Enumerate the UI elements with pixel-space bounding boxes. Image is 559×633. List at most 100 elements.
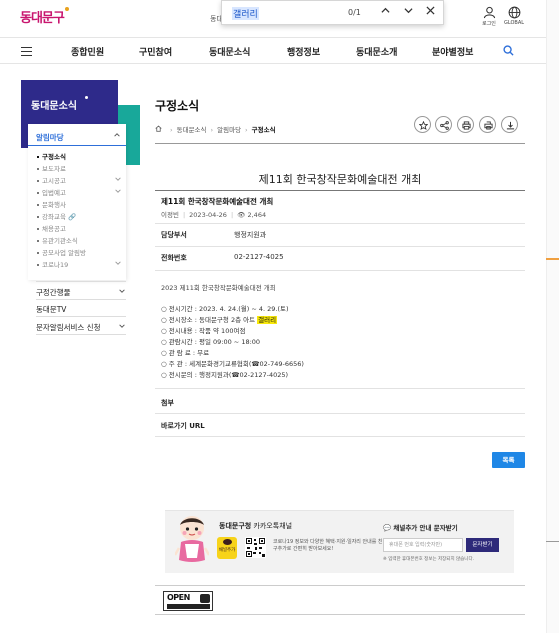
sidebar-item-agency[interactable]: 유관기관소식 bbox=[37, 235, 78, 245]
body-lead: 2023 제11회 한국창작문화예술대전 개최 bbox=[161, 284, 276, 292]
share-icon bbox=[440, 121, 449, 130]
chevron-down-icon[interactable] bbox=[115, 176, 121, 184]
sidebar-category[interactable]: 알림마당 bbox=[36, 132, 64, 143]
sms-receive-button[interactable]: 문자받기 bbox=[466, 538, 499, 552]
body-line-venue: ○ 전시장소 : 동대문구청 2층 아트 갤러리 bbox=[161, 316, 278, 324]
gnb-item-civil[interactable]: 종합민원 bbox=[71, 45, 104, 58]
find-query: 갤러리 bbox=[232, 7, 259, 20]
find-next-button[interactable] bbox=[400, 5, 416, 21]
global-button[interactable]: GLOBAL bbox=[503, 6, 525, 26]
divider bbox=[36, 316, 126, 317]
post-subject: 제11회 한국창작문화예술대전 개최 bbox=[161, 197, 274, 206]
share-button[interactable] bbox=[435, 116, 452, 133]
shortcut-url-label: 바로가기 URL bbox=[161, 422, 205, 430]
favorite-button[interactable] bbox=[414, 116, 431, 133]
globe-icon bbox=[508, 6, 520, 19]
kakao-title: 동대문구청 카카오톡채널 bbox=[219, 522, 293, 530]
breadcrumb-notice[interactable]: 알림마당 bbox=[217, 126, 241, 134]
find-previous-button[interactable] bbox=[377, 5, 393, 21]
chevron-up-icon[interactable] bbox=[114, 132, 120, 140]
close-icon bbox=[425, 6, 435, 15]
attach-label: 첨부 bbox=[161, 399, 174, 407]
sidebar-item-publications[interactable]: 구정간행물 bbox=[36, 287, 126, 298]
sidebar-item-covid[interactable]: 코로나19 bbox=[37, 259, 68, 269]
divider bbox=[36, 334, 126, 335]
sidebar-submenu: 알림마당 구정소식 보도자료 고시공고 입법예고 문화행사 강좌교육 🔗 채용공… bbox=[28, 124, 126, 280]
scrollbar-marker bbox=[546, 541, 559, 542]
open-license-section: OPEN bbox=[155, 585, 525, 615]
sidebar-item-legislation[interactable]: 입법예고 bbox=[37, 187, 66, 197]
search-icon[interactable] bbox=[503, 45, 514, 58]
vertical-scrollbar[interactable] bbox=[546, 0, 559, 633]
body-line: ○ 전시내용 : 작품 약 100여점 bbox=[161, 327, 246, 335]
sidebar-item-gujeong[interactable]: 구정소식 bbox=[37, 151, 66, 161]
body-line: ○ 관 람 료 : 무료 bbox=[161, 349, 210, 357]
divider bbox=[155, 270, 525, 271]
eye-icon: 👁 bbox=[237, 211, 246, 219]
global-label: GLOBAL bbox=[503, 20, 525, 26]
divider bbox=[155, 388, 525, 389]
list-button[interactable]: 목록 bbox=[492, 452, 525, 468]
dept-value: 행정지원과 bbox=[234, 231, 267, 239]
sms-note: ※ 입력한 휴대폰번호 정보는 저장되지 않습니다. bbox=[383, 557, 475, 562]
open-license-badge: OPEN bbox=[163, 591, 213, 611]
chevron-down-icon[interactable] bbox=[115, 188, 121, 196]
chevron-down-icon bbox=[403, 8, 413, 14]
post-title-divider bbox=[155, 190, 525, 191]
talk-bubble-icon bbox=[222, 539, 232, 545]
breadcrumb: › 동대문소식 › 알림마당 › 구정소식 bbox=[155, 124, 276, 134]
sidebar-item-tv[interactable]: 동대문TV bbox=[36, 304, 126, 315]
chevron-down-icon[interactable] bbox=[119, 323, 125, 331]
gnb-item-fields[interactable]: 분야별정보 bbox=[432, 45, 473, 58]
phone-value: 02-2127-4025 bbox=[234, 253, 284, 261]
download-button[interactable] bbox=[501, 116, 518, 133]
phone-number-input[interactable]: 휴대폰 번호 입력(숫자만) bbox=[383, 538, 463, 552]
star-icon bbox=[419, 121, 428, 130]
home-icon[interactable] bbox=[155, 125, 162, 134]
chevron-up-icon bbox=[380, 7, 390, 13]
kakao-add-channel-button[interactable]: 채널추가 bbox=[217, 537, 237, 559]
sidebar-item-culture[interactable]: 문화행사 bbox=[37, 199, 66, 209]
gnb-item-news[interactable]: 동대문소식 bbox=[209, 45, 250, 58]
divider bbox=[155, 246, 525, 247]
breadcrumb-current: 구정소식 bbox=[251, 126, 276, 134]
login-label: 로그인 bbox=[482, 21, 496, 27]
chevron-down-icon[interactable] bbox=[115, 260, 121, 268]
sidebar-item-lecture[interactable]: 강좌교육 🔗 bbox=[37, 211, 76, 221]
find-close-button[interactable] bbox=[422, 5, 438, 21]
sidebar-title: 동대문소식 bbox=[31, 101, 77, 112]
printer-alt-icon bbox=[484, 121, 493, 130]
gnb-item-participation[interactable]: 구민참여 bbox=[139, 45, 172, 58]
user-icon bbox=[483, 6, 495, 19]
gnb-item-admin[interactable]: 행정정보 bbox=[287, 45, 320, 58]
qr-code bbox=[245, 537, 266, 558]
sidebar-title-dot bbox=[85, 96, 88, 99]
sidebar-item-sms[interactable]: 문자알림서비스 신청 bbox=[36, 322, 126, 333]
body-line: ○ 관람시간 : 평일 09:00 ~ 18:00 bbox=[161, 338, 261, 346]
mascot-illustration bbox=[175, 516, 209, 562]
breadcrumb-news[interactable]: 동대문소식 bbox=[177, 126, 207, 134]
header-divider bbox=[155, 143, 525, 144]
post-title: 제11회 한국창작문화예술대전 개최 bbox=[258, 173, 422, 186]
find-match-count: 0/1 bbox=[348, 8, 361, 17]
sidebar-item-contest[interactable]: 공모사업 알림방 bbox=[37, 247, 86, 257]
login-button[interactable]: 로그인 bbox=[478, 6, 500, 27]
scrollbar-find-marker bbox=[546, 258, 559, 260]
divider bbox=[155, 436, 525, 437]
divider bbox=[155, 223, 525, 224]
phone-label: 전화번호 bbox=[161, 254, 187, 262]
sidebar-item-notice[interactable]: 고시공고 bbox=[37, 175, 66, 185]
kakao-description: 코로나19 정보와 다양한 혜택·지원·일자리 안내를 친구추가로 간편히 받아… bbox=[273, 539, 383, 552]
report-button[interactable] bbox=[479, 116, 496, 133]
page-title: 구정소식 bbox=[155, 99, 200, 113]
menu-icon[interactable] bbox=[21, 47, 32, 56]
body-line: ○ 주 관 : 세계문화경기교류협회(☎02-749-6656) bbox=[161, 360, 304, 368]
chevron-down-icon[interactable] bbox=[119, 288, 125, 296]
print-button[interactable] bbox=[457, 116, 474, 133]
site-logo[interactable]: 동대문구 bbox=[20, 7, 69, 26]
gnb-item-intro[interactable]: 동대문소개 bbox=[356, 45, 397, 58]
sidebar-item-recruit[interactable]: 채용공고 bbox=[37, 223, 66, 233]
sms-title: 💬 채널추가 안내 문자받기 bbox=[383, 524, 458, 532]
sidebar-item-press[interactable]: 보도자료 bbox=[37, 163, 66, 173]
download-icon bbox=[506, 121, 515, 130]
